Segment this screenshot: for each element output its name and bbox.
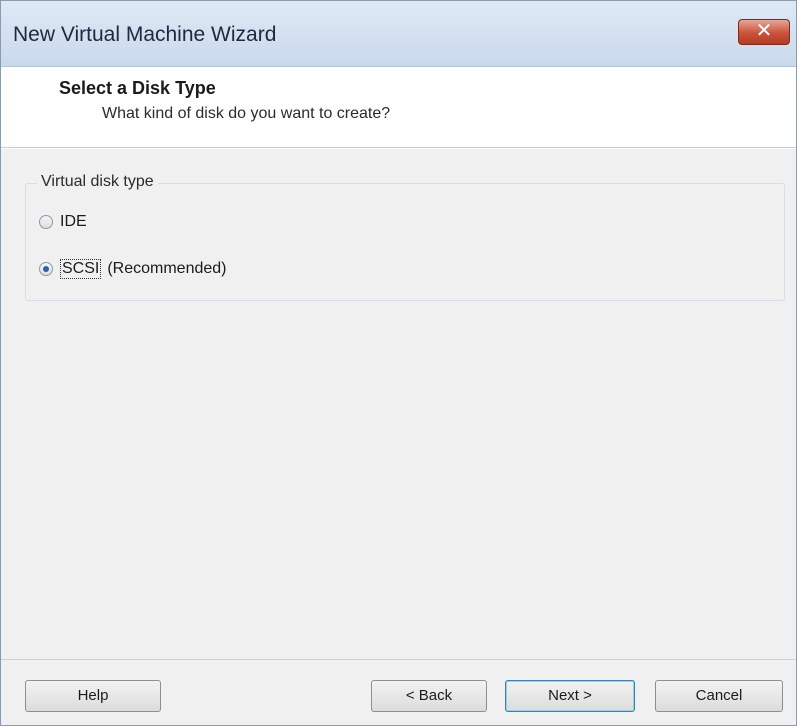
radio-option-scsi[interactable]: SCSI (Recommended) <box>39 259 227 279</box>
page-subtitle: What kind of disk do you want to create? <box>102 105 391 122</box>
next-button[interactable]: Next > <box>505 680 635 712</box>
help-button[interactable]: Help <box>25 680 161 712</box>
scsi-radio-button[interactable] <box>39 262 53 276</box>
ide-radio-button[interactable] <box>39 215 53 229</box>
disk-type-group-label: Virtual disk type <box>37 173 158 191</box>
wizard-header: Select a Disk Type What kind of disk do … <box>1 68 796 148</box>
scsi-recommended-note: (Recommended) <box>107 260 227 277</box>
close-icon: ✕ <box>755 20 773 42</box>
page-title: Select a Disk Type <box>59 78 216 98</box>
window-title: New Virtual Machine Wizard <box>13 23 277 46</box>
cancel-button[interactable]: Cancel <box>655 680 783 712</box>
radio-option-ide[interactable]: IDE <box>39 213 87 231</box>
scsi-radio-label: SCSI <box>60 259 102 279</box>
back-button[interactable]: < Back <box>371 680 487 712</box>
ide-radio-label: IDE <box>60 213 87 230</box>
disk-type-groupbox <box>25 183 785 301</box>
wizard-footer: Help < Back Next > Cancel <box>1 659 796 725</box>
title-bar: New Virtual Machine Wizard ✕ <box>1 1 796 67</box>
wizard-content: Virtual disk type IDE SCSI (Recommended) <box>1 149 796 659</box>
close-button[interactable]: ✕ <box>738 19 790 45</box>
wizard-window: New Virtual Machine Wizard ✕ Select a Di… <box>0 0 797 726</box>
